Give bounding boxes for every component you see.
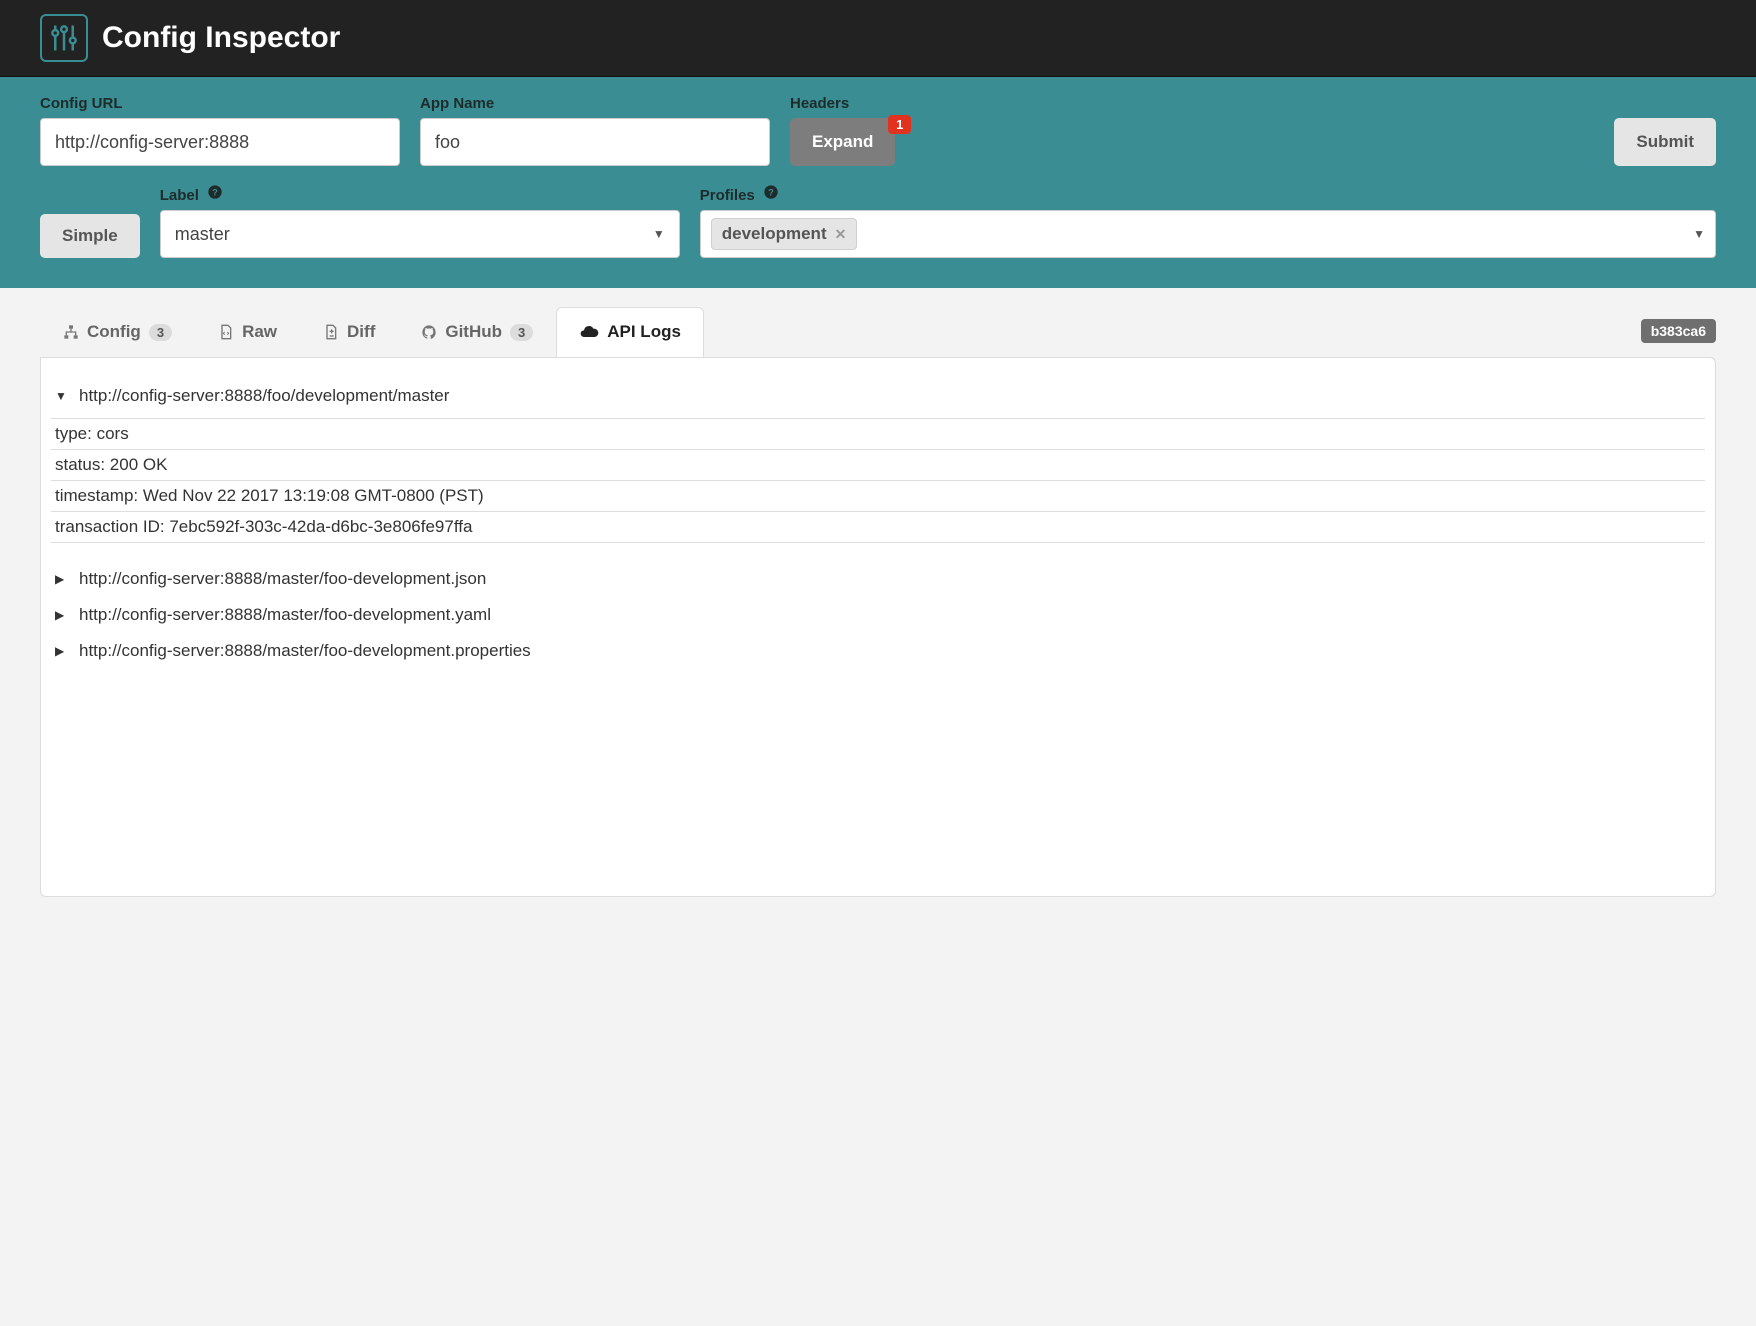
svg-text:?: ? (768, 187, 774, 197)
tab-count: 3 (510, 324, 533, 341)
cloud-icon (579, 322, 599, 342)
config-url-label: Config URL (40, 95, 400, 112)
app-logo (40, 14, 88, 62)
label-text: Label (160, 187, 199, 204)
detail-row: status: 200 OK (51, 450, 1705, 481)
tab-label: GitHub (445, 322, 502, 342)
tab-label: Raw (242, 322, 277, 342)
caret-right-icon: ▶ (55, 572, 69, 586)
log-entry-collapsed[interactable]: ▶ http://config-server:8888/master/foo-d… (51, 597, 1705, 633)
detail-row: timestamp: Wed Nov 22 2017 13:19:08 GMT-… (51, 481, 1705, 512)
app-header: Config Inspector (0, 0, 1756, 77)
version-badge: b383ca6 (1641, 319, 1716, 343)
caret-right-icon: ▶ (55, 608, 69, 622)
sliders-icon (49, 23, 79, 53)
label-select-value: master (175, 224, 230, 245)
remove-tag-icon[interactable]: ✕ (835, 226, 847, 243)
log-details: type: cors status: 200 OK timestamp: Wed… (51, 418, 1705, 543)
tab-api-logs[interactable]: API Logs (556, 307, 704, 357)
api-logs-panel: ▼ http://config-server:8888/foo/developm… (40, 357, 1716, 897)
detail-row: transaction ID: 7ebc592f-303c-42da-d6bc-… (51, 512, 1705, 543)
tab-label: Diff (347, 322, 375, 342)
chevron-down-icon: ▼ (1693, 227, 1705, 241)
tab-diff[interactable]: Diff (300, 307, 398, 357)
svg-text:?: ? (212, 187, 218, 197)
chevron-down-icon: ▼ (653, 227, 665, 241)
app-title: Config Inspector (102, 21, 340, 55)
tab-count: 3 (149, 324, 172, 341)
tab-label: API Logs (607, 322, 681, 342)
github-icon (421, 324, 437, 340)
tab-label: Config (87, 322, 141, 342)
label-select[interactable]: master ▼ (160, 210, 680, 258)
app-name-input[interactable] (420, 118, 770, 166)
log-url: http://config-server:8888/master/foo-dev… (79, 605, 491, 625)
profiles-label: Profiles ? (700, 184, 1716, 204)
file-diff-icon (323, 324, 339, 340)
profile-tag-label: development (722, 224, 827, 244)
simple-button[interactable]: Simple (40, 214, 140, 258)
tab-bar: Config 3 Raw Diff GitHub 3 API Logs b383… (40, 306, 1716, 357)
help-icon[interactable]: ? (207, 184, 223, 200)
query-form: Config URL App Name Headers Expand 1 Sub… (0, 77, 1756, 288)
results-area: Config 3 Raw Diff GitHub 3 API Logs b383… (0, 288, 1756, 937)
log-url: http://config-server:8888/master/foo-dev… (79, 569, 486, 589)
log-url: http://config-server:8888/foo/developmen… (79, 386, 449, 406)
profiles-input[interactable]: development ✕ ▼ (700, 210, 1716, 258)
tab-config[interactable]: Config 3 (40, 307, 195, 357)
detail-row: type: cors (51, 419, 1705, 450)
caret-right-icon: ▶ (55, 644, 69, 658)
expand-headers-button[interactable]: Expand (790, 118, 895, 166)
label-field-label: Label ? (160, 184, 680, 204)
headers-label: Headers (790, 95, 895, 112)
file-code-icon (218, 324, 234, 340)
submit-button[interactable]: Submit (1614, 118, 1716, 166)
log-url: http://config-server:8888/master/foo-dev… (79, 641, 531, 661)
config-url-input[interactable] (40, 118, 400, 166)
log-entry-expanded[interactable]: ▼ http://config-server:8888/foo/developm… (51, 378, 1705, 414)
app-name-label: App Name (420, 95, 770, 112)
log-entry-collapsed[interactable]: ▶ http://config-server:8888/master/foo-d… (51, 561, 1705, 597)
tab-github[interactable]: GitHub 3 (398, 307, 556, 357)
profile-tag: development ✕ (711, 218, 858, 250)
help-icon[interactable]: ? (763, 184, 779, 200)
sitemap-icon (63, 324, 79, 340)
caret-down-icon: ▼ (55, 389, 69, 403)
headers-count-badge: 1 (888, 115, 911, 134)
tab-raw[interactable]: Raw (195, 307, 300, 357)
log-entry-collapsed[interactable]: ▶ http://config-server:8888/master/foo-d… (51, 633, 1705, 669)
profiles-text: Profiles (700, 187, 755, 204)
